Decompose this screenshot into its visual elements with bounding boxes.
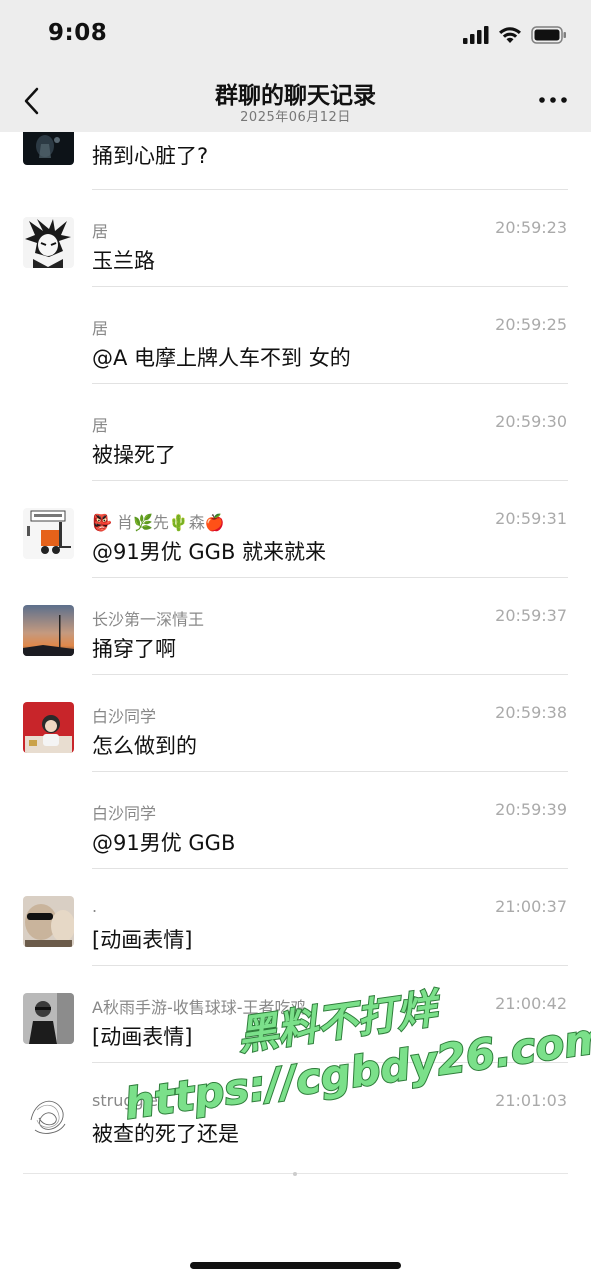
home-indicator[interactable] — [190, 1262, 401, 1269]
message-text: 被操死了 — [92, 443, 176, 467]
avatar[interactable] — [23, 896, 74, 947]
sender-name: 👺 肖🌿先🌵森🍎 — [92, 513, 225, 532]
avatar[interactable] — [23, 605, 74, 656]
message-text: [动画表情] — [92, 928, 193, 952]
sender-name: 白沙同学 — [92, 804, 157, 823]
avatar[interactable] — [23, 217, 74, 268]
list-item[interactable]: . 21:00:37 [动画表情] — [0, 869, 591, 966]
status-time: 9:08 — [48, 20, 108, 46]
list-item[interactable]: 居 20:59:30 被操死了 — [0, 384, 591, 481]
message-time: 21:00:37 — [495, 897, 567, 916]
sender-name: 居 — [92, 222, 109, 241]
avatar[interactable] — [23, 508, 74, 559]
more-button[interactable] — [537, 90, 569, 110]
list-item[interactable]: 居 20:59:25 @A 电摩上牌人车不到 女的 — [0, 287, 591, 384]
message-time: 20:59:37 — [495, 606, 567, 625]
page-title: 群聊的聊天记录 — [215, 83, 376, 109]
message-text: @91男优 GGB 就来就来 — [92, 540, 327, 564]
sender-name: 居 — [92, 416, 109, 435]
list-item[interactable]: 白沙同学 20:59:39 @91男优 GGB — [0, 772, 591, 869]
cellular-signal-icon — [463, 26, 489, 44]
message-time: 21:01:03 — [495, 1091, 567, 1110]
list-item[interactable]: struggle 21:01:03 被查的死了还是 — [0, 1063, 591, 1160]
avatar[interactable] — [23, 132, 74, 165]
list-item[interactable]: 居 20:59:23 玉兰路 — [0, 190, 591, 287]
message-time: 20:59:31 — [495, 509, 567, 528]
message-text: @A 电摩上牌人车不到 女的 — [92, 346, 351, 370]
sender-name: . — [92, 897, 98, 916]
message-time: 20:59:23 — [495, 218, 567, 237]
battery-icon — [531, 26, 566, 44]
message-text: @91男优 GGB — [92, 831, 236, 855]
message-time: 21:00:42 — [495, 994, 567, 1013]
avatar[interactable] — [23, 1090, 74, 1141]
nav-bar: 群聊的聊天记录 2025年06月12日 — [0, 70, 591, 132]
message-text: 怎么做到的 — [92, 734, 197, 758]
sender-name: 白沙同学 — [92, 707, 157, 726]
sender-name: 长沙第一深情王 — [92, 610, 205, 629]
message-time: 20:59:38 — [495, 703, 567, 722]
message-text: 玉兰路 — [92, 249, 155, 273]
sender-name: A秋雨手游-收售球球-王者吃鸡 — [92, 998, 307, 1017]
message-text: 被查的死了还是 — [92, 1122, 239, 1146]
list-item[interactable]: 白沙同学 20:59:38 怎么做到的 — [0, 675, 591, 772]
message-time: 20:59:25 — [495, 315, 567, 334]
status-bar: 9:08 — [0, 0, 591, 70]
list-item[interactable]: 捅到心脏了? — [0, 132, 591, 190]
list-item[interactable]: A秋雨手游-收售球球-王者吃鸡 21:00:42 [动画表情] — [0, 966, 591, 1063]
message-time: 20:59:39 — [495, 800, 567, 819]
list-item[interactable]: 👺 肖🌿先🌵森🍎 20:59:31 @91男优 GGB 就来就来 — [0, 481, 591, 578]
more-dots-icon — [539, 97, 567, 103]
sender-name: 居 — [92, 319, 109, 338]
message-text: 捅穿了啊 — [92, 637, 176, 661]
sender-name: struggle — [92, 1091, 158, 1110]
avatar[interactable] — [23, 702, 74, 753]
avatar[interactable] — [23, 993, 74, 1044]
message-text: [动画表情] — [92, 1025, 193, 1049]
status-icons — [463, 24, 567, 46]
list-end-dot — [293, 1172, 297, 1176]
wifi-icon — [499, 27, 521, 43]
message-text: 捅到心脏了? — [92, 144, 209, 168]
list-item[interactable]: 长沙第一深情王 20:59:37 捅穿了啊 — [0, 578, 591, 675]
chat-record-list[interactable]: 捅到心脏了? 居 20:59:23 玉兰路 居 20:59:25 @A 电摩上牌… — [0, 132, 591, 1192]
page-subtitle-date: 2025年06月12日 — [240, 110, 351, 125]
message-time: 20:59:30 — [495, 412, 567, 431]
